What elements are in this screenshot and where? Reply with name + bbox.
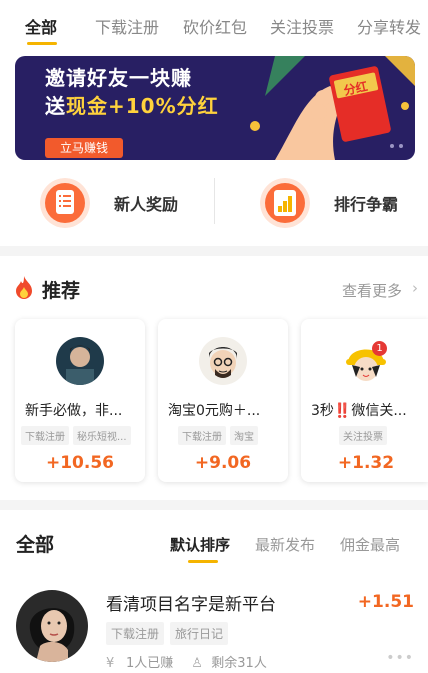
recommend-header: 推荐 查看更多 › <box>14 274 418 304</box>
earned-count: ¥1人已赚 <box>106 652 173 671</box>
section-divider <box>0 246 428 256</box>
list-item[interactable]: 看清项目名字是新平台 +1.51 下载注册 旅行日记 ¥1人已赚 ♙ 剩余31人 … <box>0 586 428 673</box>
card-tags: 关注投票 <box>339 426 387 445</box>
recommend-title: 推荐 <box>42 280 81 302</box>
tab-download-register[interactable]: 下载注册 <box>95 14 159 38</box>
card-title: 淘宝0元购＋... <box>168 403 261 419</box>
card-tags: 下载注册 淘宝 <box>178 426 258 445</box>
recommend-card[interactable]: 淘宝0元购＋... 下载注册 淘宝 +9.06 <box>158 319 288 482</box>
avatar <box>56 337 104 385</box>
sort-highest-commission[interactable]: 佣金最高 <box>340 534 400 555</box>
item-price: +1.51 <box>357 592 414 612</box>
avatar <box>16 590 88 662</box>
newbie-reward-label: 新人奖励 <box>114 195 179 214</box>
banner-subline: 送现金+10%分红 <box>45 90 219 119</box>
hand-red-envelope-illustration: 分红 <box>250 56 415 160</box>
item-meta: ¥1人已赚 ♙ 剩余31人 <box>106 652 267 671</box>
tag: 秘乐短视... <box>73 426 131 445</box>
newbie-reward-entry[interactable]: 新人奖励 <box>40 172 178 234</box>
avatar <box>199 337 247 385</box>
sort-default[interactable]: 默认排序 <box>170 534 230 555</box>
remaining-count: ♙ 剩余31人 <box>191 652 267 671</box>
list-title: 全部 <box>16 534 55 556</box>
category-tabs: 全部 下载注册 砍价红包 关注投票 分享转发 <box>0 0 428 48</box>
invite-banner[interactable]: 邀请好友一块赚 送现金+10%分红 立马赚钱 分红 <box>15 56 415 160</box>
active-sort-indicator <box>188 560 218 563</box>
fire-icon <box>16 276 32 299</box>
remaining-text: 剩余31人 <box>211 656 267 671</box>
view-more-link[interactable]: 查看更多 <box>342 280 402 301</box>
item-tags: 下载注册 旅行日记 <box>106 622 229 645</box>
user-icon: ♙ <box>191 656 203 671</box>
list-header: 全部 默认排序 最新发布 佣金最高 <box>0 528 428 564</box>
banner-subline-prefix: 送 <box>45 94 66 118</box>
tab-all[interactable]: 全部 <box>25 14 57 38</box>
card-tags: 下载注册 秘乐短视... <box>21 426 131 445</box>
tag: 关注投票 <box>339 426 387 445</box>
card-title: 新手必做，非... <box>25 403 123 419</box>
divider <box>214 178 215 224</box>
card-price: +9.06 <box>194 453 252 473</box>
ranking-entry[interactable]: 排行争霸 <box>260 172 398 234</box>
active-tab-indicator <box>27 42 57 45</box>
tag: 旅行日记 <box>170 622 229 645</box>
document-icon <box>40 178 90 228</box>
notification-badge: 1 <box>372 341 387 356</box>
banner-highlight: 现金+10%分红 <box>66 94 219 118</box>
item-title: 看清项目名字是新平台 <box>106 595 276 615</box>
tag: 下载注册 <box>106 622 165 645</box>
sort-newest[interactable]: 最新发布 <box>255 534 315 555</box>
recommend-card[interactable]: 新手必做，非... 下载注册 秘乐短视... +10.56 <box>15 319 145 482</box>
carousel-indicator <box>390 144 403 148</box>
tab-bargain-redpacket[interactable]: 砍价红包 <box>183 14 247 38</box>
yuan-icon: ¥ <box>106 656 115 671</box>
earned-text: 1人已赚 <box>126 656 174 671</box>
more-dots-icon[interactable]: ••• <box>386 650 414 666</box>
banner-headline: 邀请好友一块赚 <box>45 66 192 90</box>
quick-entries: 新人奖励 排行争霸 <box>0 166 428 242</box>
tab-follow-vote[interactable]: 关注投票 <box>270 14 334 38</box>
card-price: +1.32 <box>337 453 395 473</box>
earn-now-button[interactable]: 立马赚钱 <box>45 138 123 158</box>
card-price: +10.56 <box>45 453 115 473</box>
ranking-chart-icon <box>260 178 310 228</box>
card-title: 3秒‼️微信关... <box>311 403 407 419</box>
recommend-card[interactable]: 1 3秒‼️微信关... 关注投票 +1.32 <box>301 319 428 482</box>
tag: 下载注册 <box>21 426 69 445</box>
tag: 淘宝 <box>230 426 258 445</box>
chevron-right-icon[interactable]: › <box>412 279 418 297</box>
tag: 下载注册 <box>178 426 226 445</box>
tab-share-forward[interactable]: 分享转发 <box>357 14 421 38</box>
ranking-label: 排行争霸 <box>334 195 399 214</box>
section-divider <box>0 500 428 510</box>
